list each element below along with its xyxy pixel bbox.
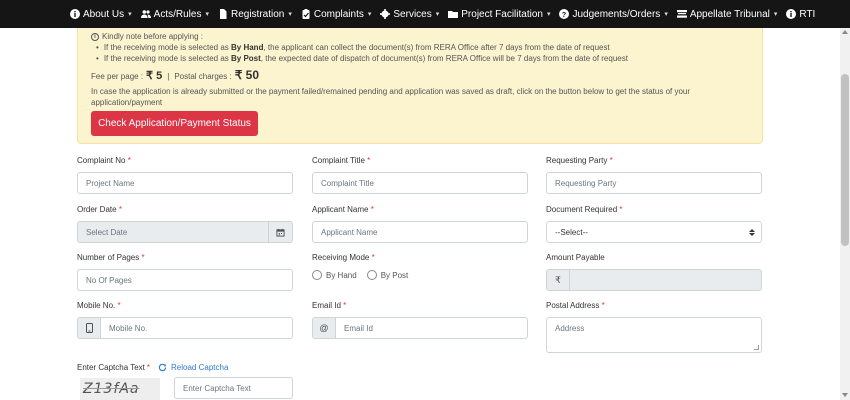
calendar-icon[interactable] bbox=[269, 221, 293, 243]
info-icon: i bbox=[91, 32, 99, 41]
nav-item-acts-rules[interactable]: Acts/Rules ▾ bbox=[140, 8, 209, 20]
reload-captcha-link[interactable]: Reload Captcha bbox=[158, 363, 228, 372]
tribunal-icon bbox=[676, 9, 687, 19]
file-icon bbox=[218, 9, 228, 19]
nav-item-rti[interactable]: RTI bbox=[786, 9, 815, 20]
fee-info: Fee per page : ₹ 5 | Postal charges : ₹ … bbox=[91, 68, 259, 82]
by-hand-radio[interactable]: By Hand bbox=[312, 270, 357, 280]
scroll-up-icon[interactable] bbox=[842, 30, 848, 34]
document-required-field: Document Required * --Select-- bbox=[546, 205, 762, 243]
nav-item-registration[interactable]: Registration ▾ bbox=[218, 9, 292, 20]
captcha-image: Z13fAa bbox=[80, 378, 160, 400]
radio-circle-icon[interactable] bbox=[366, 270, 377, 280]
notice-bullet: If the receiving mode is selected as By … bbox=[104, 42, 628, 53]
applicant-name-input[interactable]: Applicant Name bbox=[312, 221, 528, 243]
rupee-icon: ₹ bbox=[546, 269, 570, 291]
document-required-select[interactable]: --Select-- bbox=[546, 221, 762, 243]
nav-item-label: Appellate Tribunal bbox=[689, 8, 770, 20]
nav-item-appellate-tribunal[interactable]: Appellate Tribunal ▾ bbox=[676, 8, 778, 20]
requesting-party-field: Requesting Party * Requesting Party bbox=[546, 156, 762, 194]
notice-paragraph: In case the application is already submi… bbox=[91, 87, 691, 107]
postal-address-textarea[interactable]: Address bbox=[546, 317, 762, 353]
nav-item-label: Services bbox=[393, 8, 432, 20]
captcha-input[interactable]: Enter Captcha Text bbox=[174, 377, 293, 399]
notice-bullet: If the receiving mode is selected as By … bbox=[104, 53, 628, 64]
dropdown-dot-icon: ▾ bbox=[664, 11, 668, 18]
nav-item-services[interactable]: Services ▾ bbox=[380, 9, 439, 20]
requesting-party-input[interactable]: Requesting Party bbox=[546, 172, 762, 194]
amount-payable-field: Amount Payable ₹ bbox=[546, 253, 762, 291]
svg-text:?: ? bbox=[562, 12, 566, 19]
dropdown-dot-icon: ▾ bbox=[773, 11, 778, 18]
nav-item-label: Judgements/Orders bbox=[572, 8, 661, 20]
nav-item-label: Project Facilitation bbox=[461, 8, 543, 20]
nav-item-about-us[interactable]: About Us ▾ bbox=[70, 9, 132, 20]
email-id-input[interactable]: Email Id bbox=[336, 317, 528, 339]
postal-amount: ₹ 50 bbox=[234, 68, 260, 82]
fee-label: Fee per page : bbox=[91, 72, 144, 81]
at-sign-icon: @ bbox=[312, 317, 336, 339]
by-post-radio[interactable]: By Post bbox=[366, 270, 408, 280]
receiving-mode-field: Receiving Mode * By Hand By Post bbox=[312, 253, 409, 280]
nav-item-label: Complaints bbox=[313, 8, 364, 20]
check-status-button[interactable]: Check Application/Payment Status bbox=[91, 111, 258, 136]
mobile-no-field: Mobile No. * Mobile No. bbox=[77, 301, 293, 339]
applicant-name-field: Applicant Name * Applicant Name bbox=[312, 205, 528, 243]
nav-item-judgements-orders[interactable]: ? Judgements/Orders ▾ bbox=[559, 8, 668, 20]
dropdown-dot-icon: ▾ bbox=[546, 11, 551, 18]
radio-circle-icon[interactable] bbox=[312, 270, 322, 280]
nav-item-label: RTI bbox=[799, 8, 816, 20]
number-of-pages-input[interactable]: No Of Pages bbox=[77, 269, 293, 291]
dropdown-dot-icon: ▾ bbox=[205, 11, 209, 18]
users-icon bbox=[140, 9, 151, 19]
resize-grip-icon[interactable] bbox=[754, 345, 759, 350]
dropdown-dot-icon: ▾ bbox=[367, 11, 372, 18]
fee-amount: ₹ 5 bbox=[146, 70, 163, 82]
scrollbar-thumb[interactable] bbox=[841, 74, 849, 246]
dropdown-dot-icon: ▾ bbox=[288, 11, 292, 18]
order-date-input[interactable]: Select Date bbox=[77, 221, 269, 243]
nav-item-label: About Us bbox=[83, 8, 125, 20]
number-of-pages-field: Number of Pages * No Of Pages bbox=[77, 253, 293, 291]
clipboard-icon bbox=[301, 9, 311, 19]
complaint-title-input[interactable]: Complaint Title bbox=[312, 172, 528, 194]
dropdown-dot-icon: ▾ bbox=[128, 11, 132, 18]
nav-item-complaints[interactable]: Complaints ▾ bbox=[301, 8, 372, 20]
refresh-icon bbox=[158, 363, 167, 372]
top-nav: About Us ▾ Acts/Rules ▾ Registration ▾ Complai… bbox=[0, 0, 850, 28]
nav-item-project-facilitation[interactable]: Project Facilitation ▾ bbox=[448, 9, 550, 20]
amount-payable-input bbox=[570, 269, 762, 291]
notice-box: i Kindly note before applying : If the r… bbox=[77, 28, 763, 144]
email-id-field: Email Id * @ Email Id bbox=[312, 301, 528, 339]
postal-label: Postal charges : bbox=[174, 72, 232, 81]
info-circle-icon bbox=[70, 9, 80, 19]
question-circle-icon: ? bbox=[559, 9, 570, 19]
gears-icon bbox=[380, 9, 391, 19]
mobile-no-input[interactable]: Mobile No. bbox=[101, 317, 293, 339]
captcha-label: Enter Captcha Text * Reload Captcha bbox=[77, 363, 229, 372]
complaint-no-input[interactable]: Project Name bbox=[77, 172, 293, 194]
nav-item-label: Acts/Rules bbox=[153, 8, 202, 20]
notice-list: If the receiving mode is selected as By … bbox=[104, 42, 628, 64]
order-date-field: Order Date * Select Date bbox=[77, 205, 293, 243]
complaint-no-field: Complaint No * Project Name bbox=[77, 156, 293, 194]
dropdown-dot-icon: ▾ bbox=[435, 11, 440, 18]
info-circle-icon bbox=[786, 9, 797, 19]
complaint-title-field: Complaint Title * Complaint Title bbox=[312, 156, 528, 194]
nav-item-label: Registration bbox=[230, 8, 285, 20]
select-arrows-icon bbox=[749, 228, 755, 236]
notice-heading: i Kindly note before applying : bbox=[91, 32, 203, 41]
postal-address-field: Postal Address * Address bbox=[546, 301, 762, 353]
scroll-down-icon[interactable] bbox=[842, 393, 848, 397]
folder-icon bbox=[448, 9, 459, 19]
fee-separator: | bbox=[167, 72, 170, 81]
mobile-phone-icon bbox=[77, 317, 101, 339]
